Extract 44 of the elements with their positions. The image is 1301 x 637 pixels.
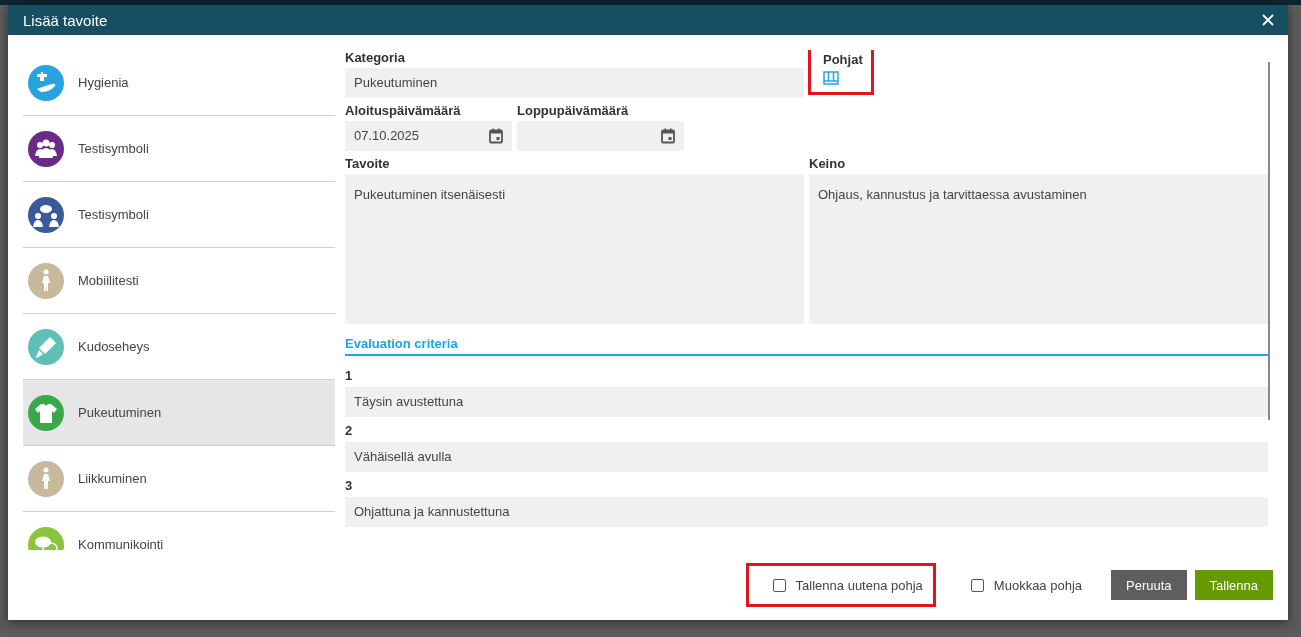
category-field[interactable]: Pukeutuminen (345, 68, 804, 98)
category-label: Kommunikointi (78, 537, 164, 550)
category-label: Liikkuminen (78, 471, 147, 486)
template-icon[interactable] (823, 71, 839, 85)
criterion-field[interactable]: Ohjattuna ja kannustettuna (345, 497, 1268, 527)
category-label: Testisymboli (78, 207, 149, 222)
criterion-field[interactable]: Vähäisellä avulla (345, 442, 1268, 472)
date-field[interactable] (517, 121, 684, 151)
field-label: Loppupäivämäärä (517, 103, 630, 118)
field-label: Pohjat (823, 52, 863, 68)
field-label: Aloituspäivämäärä (345, 103, 462, 118)
category-item[interactable]: Mobiilitesti (23, 248, 335, 314)
goal-textarea[interactable]: Pukeutuminen itsenäisesti (345, 174, 804, 324)
section-heading: Evaluation criteria (345, 336, 1268, 356)
category-item[interactable]: Testisymboli (23, 182, 335, 248)
category-label: Pukeutuminen (78, 405, 162, 420)
criterion-field[interactable]: Täysin avustettuna (345, 387, 1268, 417)
criterion-number: 1 (345, 368, 354, 383)
field-label: Kategoria (345, 50, 406, 65)
field-label: Keino (809, 156, 847, 171)
category-item[interactable]: Liikkuminen (23, 446, 335, 512)
category-item[interactable]: Pukeutuminen (23, 380, 335, 446)
category-item[interactable]: Testisymboli (23, 116, 335, 182)
category-item[interactable]: Hygienia (23, 50, 335, 116)
criterion-number: 3 (345, 478, 354, 493)
category-label: Hygienia (78, 75, 129, 90)
scrollbar[interactable] (1268, 62, 1270, 420)
calendar-icon[interactable] (489, 128, 503, 144)
close-icon[interactable] (1262, 14, 1274, 26)
means-textarea[interactable]: Ohjaus, kannustus ja tarvittaessa avustaminen (809, 174, 1268, 324)
category-label: Kudoseheys (78, 339, 150, 354)
cancel-button[interactable]: Peruuta (1111, 570, 1187, 600)
checkbox-option[interactable]: Muokkaa pohja (943, 563, 1095, 607)
category-item[interactable]: Kommunikointi (23, 512, 335, 550)
date-value: 07.10.2025 (354, 127, 420, 145)
category-label: Mobiilitesti (78, 273, 139, 288)
field-label: Tavoite (345, 156, 391, 171)
criterion-number: 2 (345, 423, 354, 438)
templates-control[interactable]: Pohjat (808, 50, 874, 95)
calendar-icon[interactable] (661, 128, 675, 144)
dialog-title: Lisää tavoite (23, 11, 108, 29)
category-label: Testisymboli (78, 141, 149, 156)
checkbox-option[interactable]: Tallenna uutena pohja (745, 563, 936, 607)
date-field[interactable]: 07.10.2025 (345, 121, 512, 151)
